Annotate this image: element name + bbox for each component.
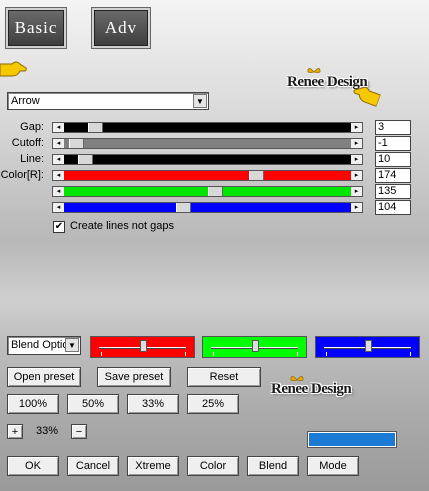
slider-right-arrow-icon[interactable]: ▸ (351, 139, 362, 148)
open-preset-button[interactable]: Open preset (7, 367, 81, 387)
slider-track[interactable]: ◂ ▸ (52, 154, 363, 165)
slider-label: Color[R]: (0, 169, 44, 181)
slider-value-field[interactable]: 104 (375, 200, 411, 215)
blend-options-dropdown[interactable]: Blend Optio ▼ (7, 336, 81, 355)
ok-button[interactable]: OK (7, 456, 59, 476)
slider-left-arrow-icon[interactable]: ◂ (53, 155, 64, 164)
slider-track[interactable]: ◂ ▸ (52, 202, 363, 213)
slider-right-arrow-icon[interactable]: ▸ (351, 123, 362, 132)
slider-right-arrow-icon[interactable]: ▸ (351, 203, 362, 212)
slider-thumb[interactable] (249, 171, 264, 180)
xtreme-button[interactable]: Xtreme (127, 456, 179, 476)
preset-dropdown[interactable]: Arrow ▼ (7, 92, 209, 110)
blend-options-value: Blend Optio (11, 339, 67, 351)
slider-thumb[interactable] (69, 139, 84, 148)
slider-track[interactable]: ◂ ▸ (52, 170, 363, 181)
preset-dropdown-value: Arrow (11, 95, 40, 107)
slider-track[interactable]: ◂ ▸ (52, 138, 363, 149)
create-lines-checkbox[interactable]: ✔ (53, 221, 65, 233)
slider-left-arrow-icon[interactable]: ◂ (53, 139, 64, 148)
zoom-100-button[interactable]: 100% (7, 394, 59, 414)
slider-right-arrow-icon[interactable]: ▸ (351, 171, 362, 180)
pointing-hand-icon (0, 61, 27, 77)
reset-button[interactable]: Reset (187, 367, 261, 387)
slider-value-field[interactable]: 135 (375, 184, 411, 199)
red-slider-knob[interactable] (140, 340, 147, 352)
slider-label: Cutoff: (11, 137, 44, 149)
slider-thumb[interactable] (88, 123, 103, 132)
slider-left-arrow-icon[interactable]: ◂ (53, 187, 64, 196)
zoom-out-button[interactable]: − (71, 424, 87, 439)
slider-thumb[interactable] (78, 155, 93, 164)
slider-label: Line: (20, 153, 44, 165)
zoom-33-button[interactable]: 33% (127, 394, 179, 414)
slider-value-field[interactable]: 10 (375, 152, 411, 167)
save-preset-button[interactable]: Save preset (97, 367, 171, 387)
slider-label: Gap: (20, 121, 44, 133)
slider-left-arrow-icon[interactable]: ◂ (53, 203, 64, 212)
progress-bar (307, 431, 397, 448)
slider-track[interactable]: ◂ ▸ (52, 122, 363, 133)
slider-left-arrow-icon[interactable]: ◂ (53, 123, 64, 132)
slider-thumb[interactable] (176, 203, 191, 212)
color-button[interactable]: Color (187, 456, 239, 476)
renee-design-logo-bottom: Renee Design (271, 381, 352, 397)
blue-color-slider[interactable] (315, 336, 420, 358)
green-slider-knob[interactable] (252, 340, 259, 352)
chevron-down-icon[interactable]: ▼ (193, 94, 207, 108)
adv-tab-button[interactable]: Adv (91, 7, 151, 49)
red-color-slider[interactable] (90, 336, 195, 358)
blend-button[interactable]: Blend (247, 456, 299, 476)
cancel-button[interactable]: Cancel (67, 456, 119, 476)
slider-left-arrow-icon[interactable]: ◂ (53, 171, 64, 180)
zoom-25-button[interactable]: 25% (187, 394, 239, 414)
slider-value-field[interactable]: -1 (375, 136, 411, 151)
green-color-slider[interactable] (202, 336, 307, 358)
zoom-value: 33% (35, 425, 59, 437)
blue-slider-knob[interactable] (365, 340, 372, 352)
chevron-down-icon[interactable]: ▼ (65, 338, 79, 352)
slider-value-field[interactable]: 3 (375, 120, 411, 135)
slider-right-arrow-icon[interactable]: ▸ (351, 187, 362, 196)
slider-thumb[interactable] (208, 187, 223, 196)
zoom-50-button[interactable]: 50% (67, 394, 119, 414)
pointing-hand-icon (353, 86, 382, 107)
zoom-in-button[interactable]: + (7, 424, 23, 439)
basic-tab-button[interactable]: Basic (5, 7, 67, 49)
slider-value-field[interactable]: 174 (375, 168, 411, 183)
slider-right-arrow-icon[interactable]: ▸ (351, 155, 362, 164)
mode-button[interactable]: Mode (307, 456, 359, 476)
slider-track[interactable]: ◂ ▸ (52, 186, 363, 197)
create-lines-label: Create lines not gaps (70, 220, 174, 232)
